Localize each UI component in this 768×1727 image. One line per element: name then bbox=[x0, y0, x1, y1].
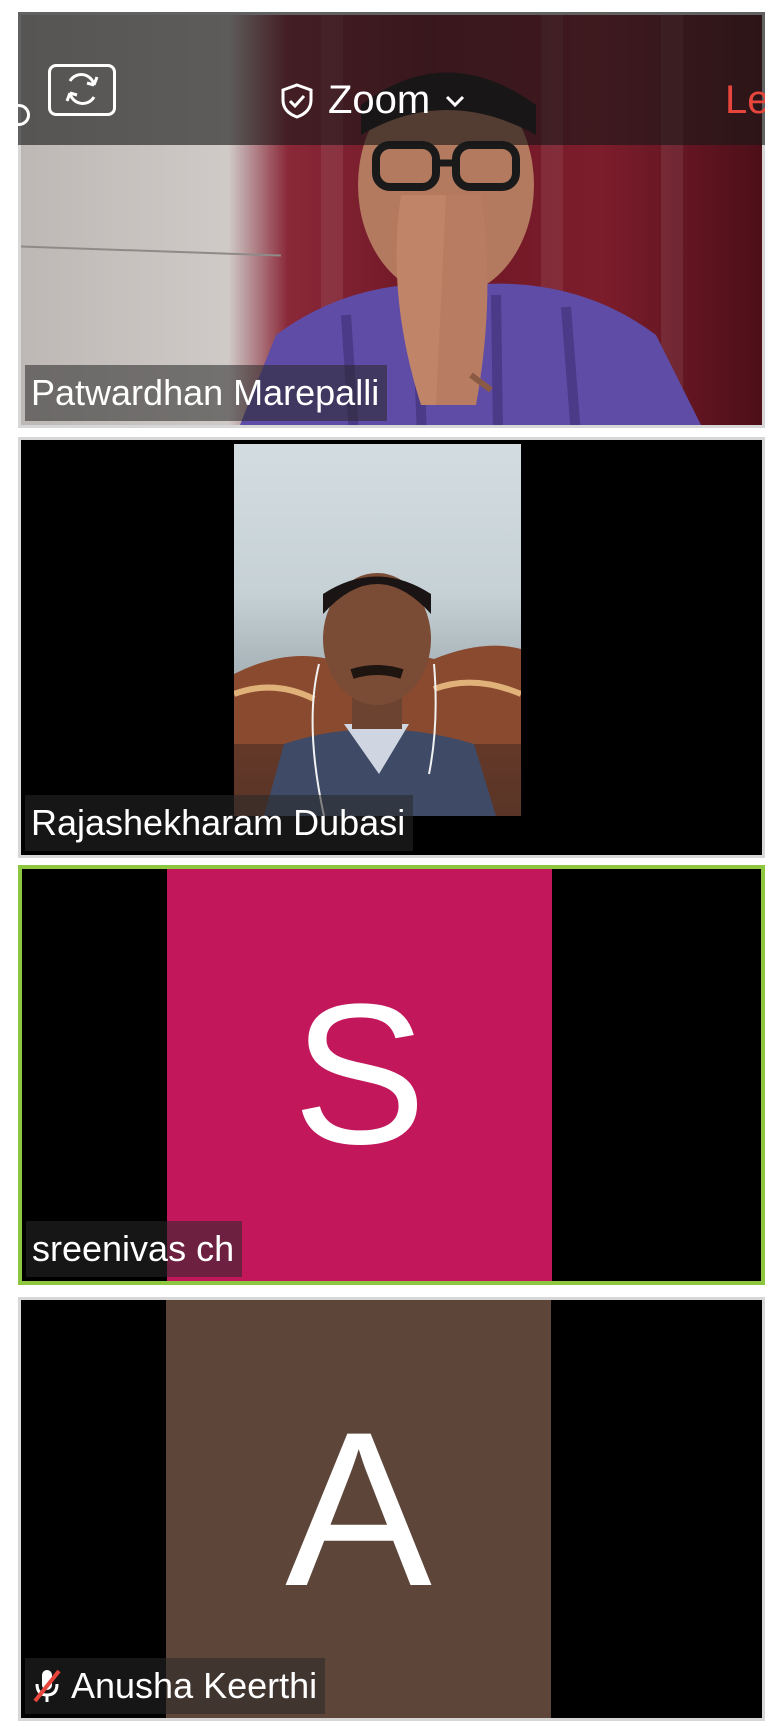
meeting-top-bar: Zoom Le bbox=[8, 12, 765, 145]
mic-muted-icon bbox=[31, 1667, 63, 1705]
participant-name-label: sreenivas ch bbox=[26, 1221, 243, 1277]
video-tile-anusha[interactable]: A Anusha Keerthi bbox=[18, 1297, 765, 1721]
leave-button[interactable]: Le bbox=[725, 78, 765, 123]
video-tile-rajashekharam[interactable]: Rajashekharam Dubasi bbox=[18, 437, 765, 858]
participant-avatar: A bbox=[166, 1300, 551, 1718]
avatar-initial: A bbox=[285, 1386, 432, 1632]
meeting-screen: Patwardhan Marepalli Zoom Le Rajashekhar… bbox=[0, 0, 768, 1727]
participant-name: Patwardhan Marepalli bbox=[31, 372, 380, 413]
meeting-info-dropdown[interactable]: Zoom bbox=[280, 78, 466, 123]
participant-name: sreenivas ch bbox=[32, 1228, 235, 1269]
participant-name-label: Rajashekharam Dubasi bbox=[25, 795, 414, 851]
shield-check-icon bbox=[281, 82, 313, 119]
camera-switch-icon bbox=[65, 73, 99, 105]
camera-switch-button[interactable] bbox=[48, 64, 116, 116]
app-title: Zoom bbox=[328, 78, 431, 122]
participant-avatar: S bbox=[167, 869, 552, 1281]
participant-figure bbox=[234, 573, 521, 816]
participant-name: Anusha Keerthi bbox=[71, 1665, 318, 1706]
chevron-down-icon bbox=[446, 95, 465, 107]
avatar-initial: S bbox=[292, 963, 427, 1186]
participant-video bbox=[234, 444, 521, 816]
participant-name-label: Anusha Keerthi bbox=[25, 1658, 326, 1714]
video-tile-sreenivas[interactable]: S sreenivas ch bbox=[18, 865, 765, 1285]
participant-name: Rajashekharam Dubasi bbox=[31, 802, 406, 843]
participant-name-label: Patwardhan Marepalli bbox=[25, 365, 388, 421]
audio-icon-fragment[interactable] bbox=[8, 104, 30, 126]
